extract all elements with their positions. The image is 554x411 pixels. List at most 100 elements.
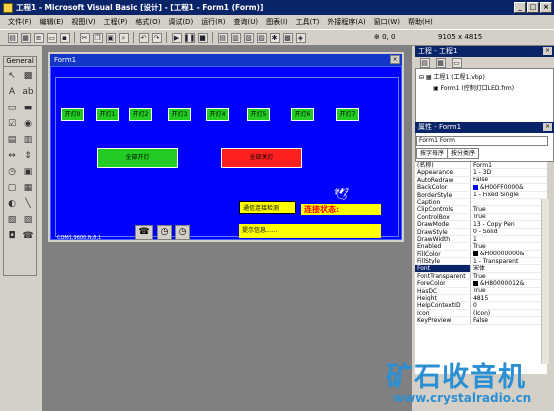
- end-icon[interactable]: ■: [197, 32, 208, 43]
- add-project-icon[interactable]: ▤: [7, 32, 18, 43]
- form-node[interactable]: ▣ Form1 (控制灯口LED.frm): [419, 83, 550, 92]
- listbox-icon[interactable]: ▥: [21, 133, 35, 147]
- add-form-icon[interactable]: ▦: [20, 32, 31, 43]
- shape-icon[interactable]: ◐: [5, 197, 19, 211]
- menu-addins[interactable]: 外接程序(A): [323, 17, 369, 27]
- property-row[interactable]: HelpContextID 0: [415, 302, 547, 310]
- properties-scrollbar[interactable]: [541, 199, 549, 364]
- property-value[interactable]: 1: [471, 236, 547, 242]
- commandbutton-icon[interactable]: ▬: [21, 101, 35, 115]
- project-root-node[interactable]: ⊟ ▦ 工程1 (工程1.vbp): [419, 72, 550, 81]
- property-row[interactable]: AutoRedraw False: [415, 176, 547, 185]
- data-view-icon[interactable]: ▩: [282, 32, 293, 43]
- property-row[interactable]: Appearance 1 - 3D: [415, 169, 547, 177]
- undo-icon[interactable]: ↶: [138, 32, 149, 43]
- lamp-button-6[interactable]: 开灯6: [291, 108, 314, 121]
- property-row[interactable]: FillColor &H00000000&: [415, 250, 547, 259]
- lamp-button-3[interactable]: 开灯3: [168, 108, 191, 121]
- minimize-icon[interactable]: _: [514, 2, 526, 13]
- menu-project[interactable]: 工程(P): [100, 17, 132, 27]
- menu-query[interactable]: 查询(U): [230, 17, 263, 27]
- property-row[interactable]: FillStyle 1 - Transparent: [415, 258, 547, 266]
- all-off-button[interactable]: 全部关灯: [221, 148, 302, 168]
- lamp-button-7[interactable]: 开灯7: [336, 108, 359, 121]
- property-value[interactable]: True: [471, 206, 547, 212]
- property-row[interactable]: Icon (Icon): [415, 309, 547, 318]
- component-manager-icon[interactable]: ◈: [295, 32, 306, 43]
- timer2-control-icon[interactable]: ◷: [175, 225, 190, 240]
- property-value[interactable]: True: [471, 288, 547, 294]
- menu-tools[interactable]: 工具(T): [292, 17, 324, 27]
- property-value[interactable]: 1 - Transparent: [471, 258, 547, 264]
- mscomm-control-icon[interactable]: ☎: [135, 225, 153, 240]
- hscrollbar-icon[interactable]: ⇔: [5, 149, 19, 163]
- data-icon[interactable]: ▨: [21, 213, 35, 227]
- lamp-button-1[interactable]: 开灯1: [96, 108, 119, 121]
- property-value[interactable]: 0: [471, 302, 547, 308]
- property-value[interactable]: True: [471, 273, 547, 279]
- timer-icon[interactable]: ◷: [5, 165, 19, 179]
- menu-window[interactable]: 窗口(W): [370, 17, 404, 27]
- image-icon[interactable]: ▧: [5, 213, 19, 227]
- tab-alphabetic[interactable]: 按字母序: [416, 148, 449, 159]
- timer-control-icon[interactable]: ◷: [157, 225, 172, 240]
- ole-icon[interactable]: ◘: [5, 229, 19, 243]
- property-row[interactable]: ForeColor &H80000012&: [415, 280, 547, 288]
- start-icon[interactable]: ▶: [171, 32, 182, 43]
- property-value[interactable]: 宋体: [471, 265, 547, 271]
- paste-icon[interactable]: ▣: [105, 32, 116, 43]
- copy-icon[interactable]: ❐: [92, 32, 103, 43]
- property-row[interactable]: ControlBox True: [415, 213, 547, 222]
- form-layout-icon[interactable]: ▧: [243, 32, 254, 43]
- property-value[interactable]: Form1: [471, 162, 547, 168]
- menu-debug[interactable]: 调试(D): [164, 17, 197, 27]
- menu-run[interactable]: 运行(R): [197, 17, 229, 27]
- object-browser-icon[interactable]: ▨: [256, 32, 267, 43]
- property-value[interactable]: 1 - 3D: [471, 169, 547, 175]
- menu-edit[interactable]: 编辑(E): [36, 17, 68, 27]
- property-value[interactable]: 0 - Solid: [471, 229, 547, 235]
- property-row[interactable]: DrawMode 13 - Copy Pen: [415, 221, 547, 229]
- line-icon[interactable]: ╲: [21, 197, 35, 211]
- mscomm-icon[interactable]: ☎: [21, 229, 35, 243]
- property-value[interactable]: False: [471, 177, 547, 183]
- maximize-icon[interactable]: □: [527, 2, 539, 13]
- project-close-icon[interactable]: ×: [543, 47, 552, 55]
- property-row[interactable]: KeyPreview False: [415, 317, 547, 325]
- form1-body[interactable]: 开灯0 开灯1 开灯2 开灯3 开灯4 开灯5 开灯6 开灯7 全部开灯 全部关…: [50, 66, 402, 241]
- property-value[interactable]: True: [471, 243, 547, 249]
- property-row[interactable]: (名称) Form1: [415, 162, 547, 170]
- properties-window-icon[interactable]: ▥: [230, 32, 241, 43]
- close-icon[interactable]: ×: [540, 2, 552, 13]
- property-value[interactable]: 1 - Fixed Single: [471, 192, 547, 198]
- save-icon[interactable]: ▪: [59, 32, 70, 43]
- project-explorer-icon[interactable]: ▤: [217, 32, 228, 43]
- lamp-button-2[interactable]: 开灯2: [129, 108, 152, 121]
- properties-close-icon[interactable]: ×: [543, 123, 552, 131]
- redo-icon[interactable]: ↷: [151, 32, 162, 43]
- menu-diagram[interactable]: 图表(I): [262, 17, 292, 27]
- lamp-button-0[interactable]: 开灯0: [61, 108, 84, 121]
- menu-format[interactable]: 格式(O): [131, 17, 164, 27]
- view-code-icon[interactable]: ▤: [419, 57, 430, 68]
- pointer-icon[interactable]: ↖: [5, 69, 19, 83]
- property-value[interactable]: &H00000000&: [471, 251, 547, 257]
- optionbutton-icon[interactable]: ◉: [21, 117, 35, 131]
- property-row[interactable]: Enabled True: [415, 243, 547, 251]
- property-row[interactable]: BorderStyle 1 - Fixed Single: [415, 191, 547, 199]
- property-row[interactable]: Font 宋体: [415, 265, 547, 273]
- property-value[interactable]: True: [471, 214, 547, 220]
- open-icon[interactable]: ▭: [46, 32, 57, 43]
- toolbox-icon[interactable]: ✱: [269, 32, 280, 43]
- form-close-icon[interactable]: ×: [390, 55, 400, 64]
- property-row[interactable]: Caption: [415, 198, 547, 207]
- menu-help[interactable]: 帮助(H): [404, 17, 437, 27]
- property-value[interactable]: [471, 199, 547, 205]
- connection-check-button[interactable]: 通信连接检测: [239, 201, 296, 214]
- property-value[interactable]: False: [471, 317, 547, 323]
- cut-icon[interactable]: ✂: [79, 32, 90, 43]
- property-value[interactable]: &H00FF0000&: [471, 184, 547, 191]
- break-icon[interactable]: ❚❚: [184, 32, 195, 43]
- property-value[interactable]: (Icon): [471, 310, 547, 316]
- drivelistbox-icon[interactable]: ▣: [21, 165, 35, 179]
